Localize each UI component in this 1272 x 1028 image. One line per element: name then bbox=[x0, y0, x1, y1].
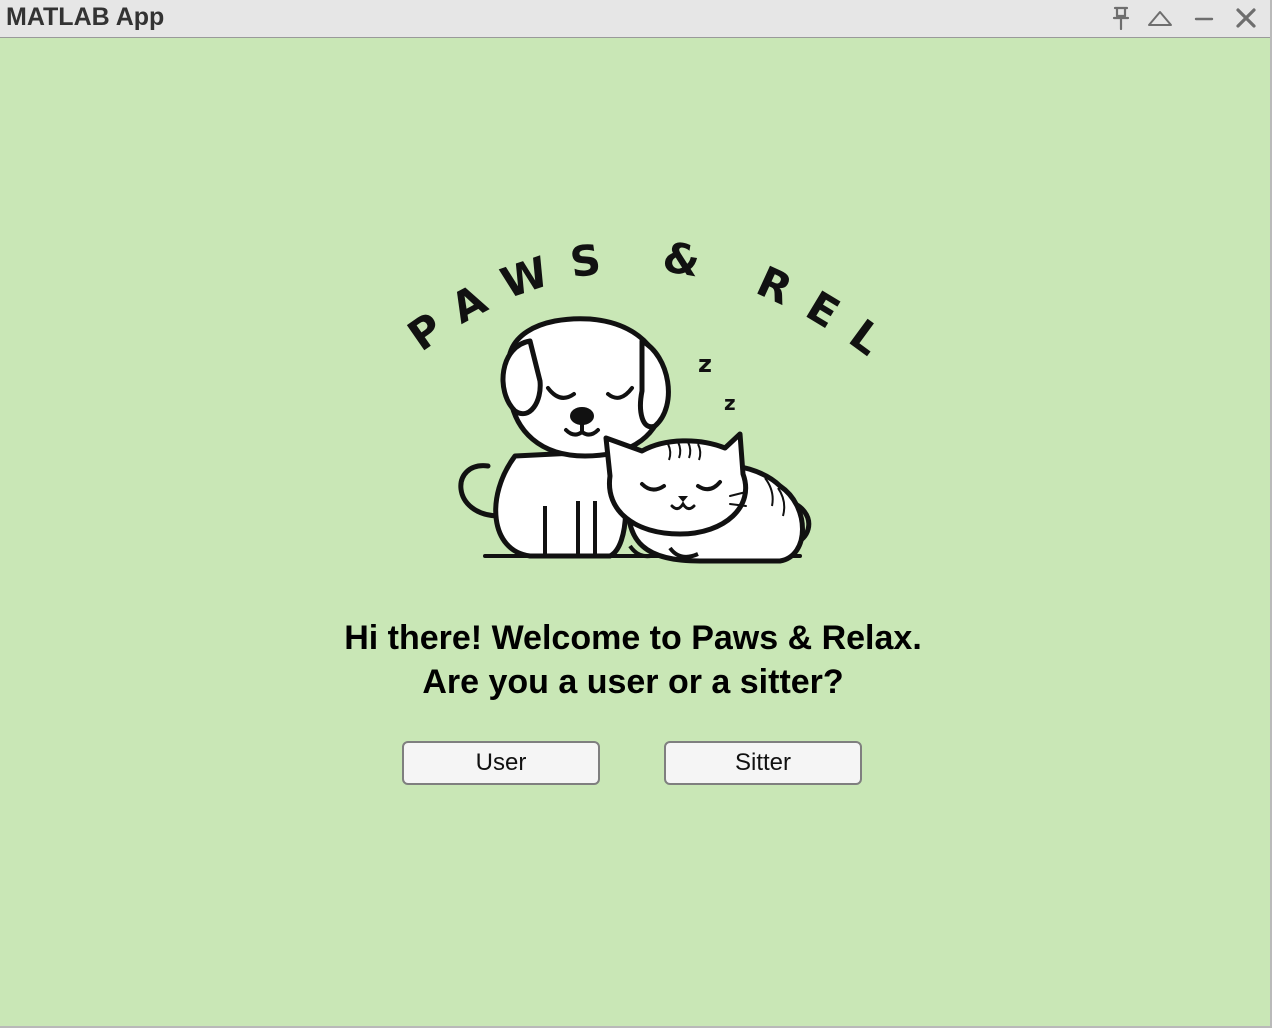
window-title: MATLAB App bbox=[6, 3, 165, 31]
user-button[interactable]: User bbox=[402, 741, 600, 785]
close-icon[interactable] bbox=[1232, 5, 1260, 31]
snore-z-2: z bbox=[724, 391, 736, 415]
welcome-heading: Hi there! Welcome to Paws & Relax. bbox=[344, 619, 922, 657]
paws-and-relax-logo: PAWS & RELAX z z bbox=[353, 177, 890, 576]
app-window: MATLAB App PAWS & RE z z Hi there! Welco… bbox=[0, 0, 1272, 1028]
role-question: Are you a user or a sitter? bbox=[422, 663, 844, 701]
title-bar: MATLAB App bbox=[0, 0, 1270, 38]
collapse-icon[interactable] bbox=[1146, 5, 1174, 31]
main-content: PAWS & RELAX z z bbox=[0, 38, 1270, 1026]
sitter-button[interactable]: Sitter bbox=[664, 741, 862, 785]
snore-z-1: z bbox=[698, 350, 712, 378]
pin-icon[interactable] bbox=[1107, 5, 1135, 31]
minimize-icon[interactable] bbox=[1190, 5, 1218, 31]
